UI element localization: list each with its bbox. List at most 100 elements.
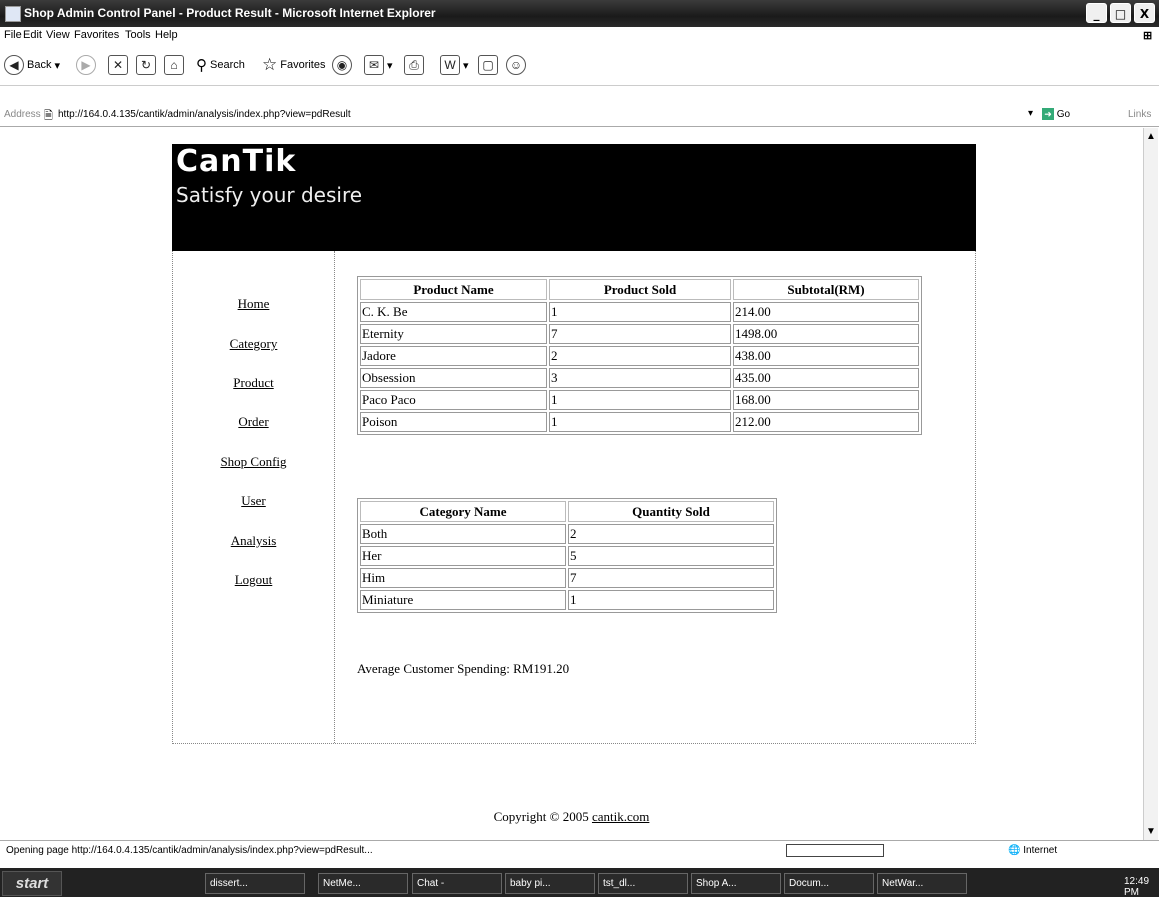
- loading-progress-bar: [786, 844, 884, 857]
- discuss-button[interactable]: ▢: [478, 54, 498, 76]
- column-header: Subtotal(RM): [733, 279, 919, 300]
- favorites-label: Favorites: [280, 59, 326, 71]
- table-header-row: Category Name Quantity Sold: [360, 501, 774, 522]
- taskbar-item-baby-pi[interactable]: baby pi...: [505, 873, 595, 894]
- product-sold-cell: 3: [549, 368, 731, 388]
- site-logo: CanTik: [176, 144, 297, 179]
- scroll-down-icon[interactable]: ▼: [1146, 826, 1156, 837]
- nav-analysis[interactable]: Analysis: [173, 533, 334, 549]
- subtotal-cell: 438.00: [733, 346, 919, 366]
- ie-app-icon: [5, 6, 21, 22]
- table-row: Jadore 2 438.00: [360, 346, 919, 366]
- address-label: Address: [4, 109, 41, 120]
- back-dropdown-icon[interactable]: ▾: [54, 59, 60, 72]
- table-row: Paco Paco 1 168.00: [360, 390, 919, 410]
- stop-button[interactable]: ✕: [108, 54, 128, 76]
- category-name-cell: Her: [360, 546, 566, 566]
- messenger-button[interactable]: ☺: [506, 54, 526, 76]
- nav-logout[interactable]: Logout: [173, 572, 334, 588]
- product-sold-cell: 1: [549, 302, 731, 322]
- address-input[interactable]: http://164.0.4.135/cantik/admin/analysis…: [58, 109, 351, 120]
- subtotal-cell: 214.00: [733, 302, 919, 322]
- taskbar-item-document[interactable]: Docum...: [784, 873, 874, 894]
- forward-button[interactable]: ▶: [76, 54, 96, 76]
- taskbar-item-chat[interactable]: Chat -: [412, 873, 502, 894]
- vertical-scrollbar[interactable]: ▲ ▼: [1143, 128, 1158, 840]
- taskbar-item-netware[interactable]: NetWar...: [877, 873, 967, 894]
- stop-icon: ✕: [108, 55, 128, 75]
- taskbar-item-dissert[interactable]: dissert...: [205, 873, 305, 894]
- nav-order[interactable]: Order: [173, 414, 334, 430]
- product-name-cell: C. K. Be: [360, 302, 547, 322]
- quantity-sold-cell: 2: [568, 524, 774, 544]
- media-button[interactable]: ◉: [332, 54, 352, 76]
- maximize-button[interactable]: □: [1110, 3, 1131, 23]
- close-button[interactable]: X: [1134, 3, 1155, 23]
- go-label: Go: [1056, 109, 1071, 120]
- nav-user[interactable]: User: [173, 493, 334, 509]
- back-label: Back: [27, 59, 52, 71]
- table-row: Miniature 1: [360, 590, 774, 610]
- mail-dropdown-icon: ▾: [387, 59, 393, 72]
- menu-edit[interactable]: Edit: [23, 29, 42, 41]
- menu-file[interactable]: File: [4, 29, 22, 41]
- start-button[interactable]: start: [2, 871, 62, 896]
- discuss-icon: ▢: [478, 55, 498, 75]
- category-sales-table: Category Name Quantity Sold Both 2 Her 5…: [357, 498, 777, 613]
- edit-button[interactable]: W ▾: [440, 54, 469, 76]
- go-button[interactable]: ➜ Go: [1042, 108, 1070, 120]
- print-button[interactable]: ⎙: [404, 54, 424, 76]
- title-bar: Shop Admin Control Panel - Product Resul…: [0, 0, 1159, 27]
- scroll-up-icon[interactable]: ▲: [1146, 131, 1156, 142]
- mail-button[interactable]: ✉ ▾: [364, 54, 393, 76]
- status-message: Opening page http://164.0.4.135/cantik/a…: [6, 845, 373, 856]
- windows-logo-icon: ⊞: [1143, 30, 1153, 42]
- menu-view[interactable]: View: [46, 29, 70, 41]
- refresh-button[interactable]: ↻: [136, 54, 156, 76]
- taskbar-item-netme[interactable]: NetMe...: [318, 873, 408, 894]
- menu-favorites[interactable]: Favorites: [74, 29, 119, 41]
- footer-site-link[interactable]: cantik.com: [592, 809, 649, 824]
- product-name-cell: Eternity: [360, 324, 547, 344]
- search-label: Search: [210, 59, 245, 71]
- product-sold-cell: 1: [549, 390, 731, 410]
- status-bar: Opening page http://164.0.4.135/cantik/a…: [0, 840, 1159, 860]
- menu-help[interactable]: Help: [155, 29, 178, 41]
- zone-label: Internet: [1023, 845, 1058, 856]
- back-button[interactable]: ◀ Back ▾: [4, 54, 60, 76]
- category-name-cell: Miniature: [360, 590, 566, 610]
- taskbar-item-tst-dl[interactable]: tst_dl...: [598, 873, 688, 894]
- column-header: Quantity Sold: [568, 501, 774, 522]
- category-name-cell: Both: [360, 524, 566, 544]
- minimize-button[interactable]: _: [1086, 3, 1107, 23]
- page-viewport: CanTik Satisfy your desire Home Category…: [0, 128, 1143, 840]
- page-icon: 🗎: [44, 110, 53, 122]
- subtotal-cell: 1498.00: [733, 324, 919, 344]
- search-button[interactable]: ⚲ Search: [196, 54, 245, 76]
- nav-category[interactable]: Category: [173, 336, 334, 352]
- home-icon: ⌂: [164, 55, 184, 75]
- site-tagline: Satisfy your desire: [176, 183, 363, 207]
- search-icon: ⚲: [196, 57, 207, 74]
- address-dropdown-icon[interactable]: ▾: [1028, 108, 1033, 119]
- edit-dropdown-icon: ▾: [463, 59, 469, 72]
- nav-shop-config[interactable]: Shop Config: [173, 454, 334, 470]
- subtotal-cell: 212.00: [733, 412, 919, 432]
- print-icon: ⎙: [404, 55, 424, 75]
- nav-home[interactable]: Home: [173, 296, 334, 312]
- address-bar: Address 🗎 http://164.0.4.135/cantik/admi…: [0, 104, 1159, 127]
- word-edit-icon: W: [440, 55, 460, 75]
- links-button[interactable]: Links: [1128, 109, 1151, 120]
- product-name-cell: Jadore: [360, 346, 547, 366]
- taskbar-item-shop-admin[interactable]: Shop A...: [691, 873, 781, 894]
- menu-tools[interactable]: Tools: [125, 29, 151, 41]
- home-button[interactable]: ⌂: [164, 54, 184, 76]
- favorites-button[interactable]: ☆ Favorites: [262, 54, 326, 76]
- window-title: Shop Admin Control Panel - Product Resul…: [24, 6, 436, 20]
- table-row: C. K. Be 1 214.00: [360, 302, 919, 322]
- nav-product[interactable]: Product: [173, 375, 334, 391]
- security-zone: 🌐 Internet: [1008, 845, 1057, 856]
- product-name-cell: Poison: [360, 412, 547, 432]
- product-name-cell: Obsession: [360, 368, 547, 388]
- table-row: Eternity 7 1498.00: [360, 324, 919, 344]
